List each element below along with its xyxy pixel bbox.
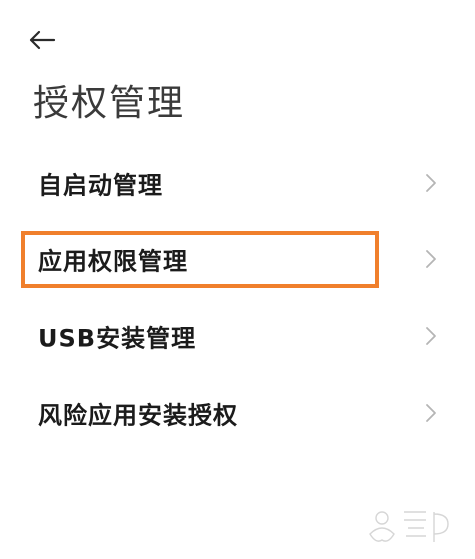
arrow-left-icon xyxy=(29,30,56,50)
chevron-right-icon xyxy=(426,250,436,268)
watermark-logo xyxy=(369,511,449,542)
menu-item-autostart[interactable]: 自启动管理 xyxy=(0,148,475,218)
chevron-right-icon xyxy=(426,404,436,422)
highlight-box xyxy=(21,231,379,288)
menu-item-label: USB安装管理 xyxy=(38,324,197,353)
menu-item-label: 风险应用安装授权 xyxy=(38,401,238,430)
menu-item-label: 自启动管理 xyxy=(38,171,163,200)
menu-item-risky-app-install[interactable]: 风险应用安装授权 xyxy=(0,378,475,448)
page-title: 授权管理 xyxy=(33,83,186,124)
back-button[interactable] xyxy=(28,22,72,58)
chevron-right-icon xyxy=(426,174,436,192)
menu-item-usb-install[interactable]: USB安装管理 xyxy=(0,301,475,371)
chevron-right-icon xyxy=(426,327,436,345)
